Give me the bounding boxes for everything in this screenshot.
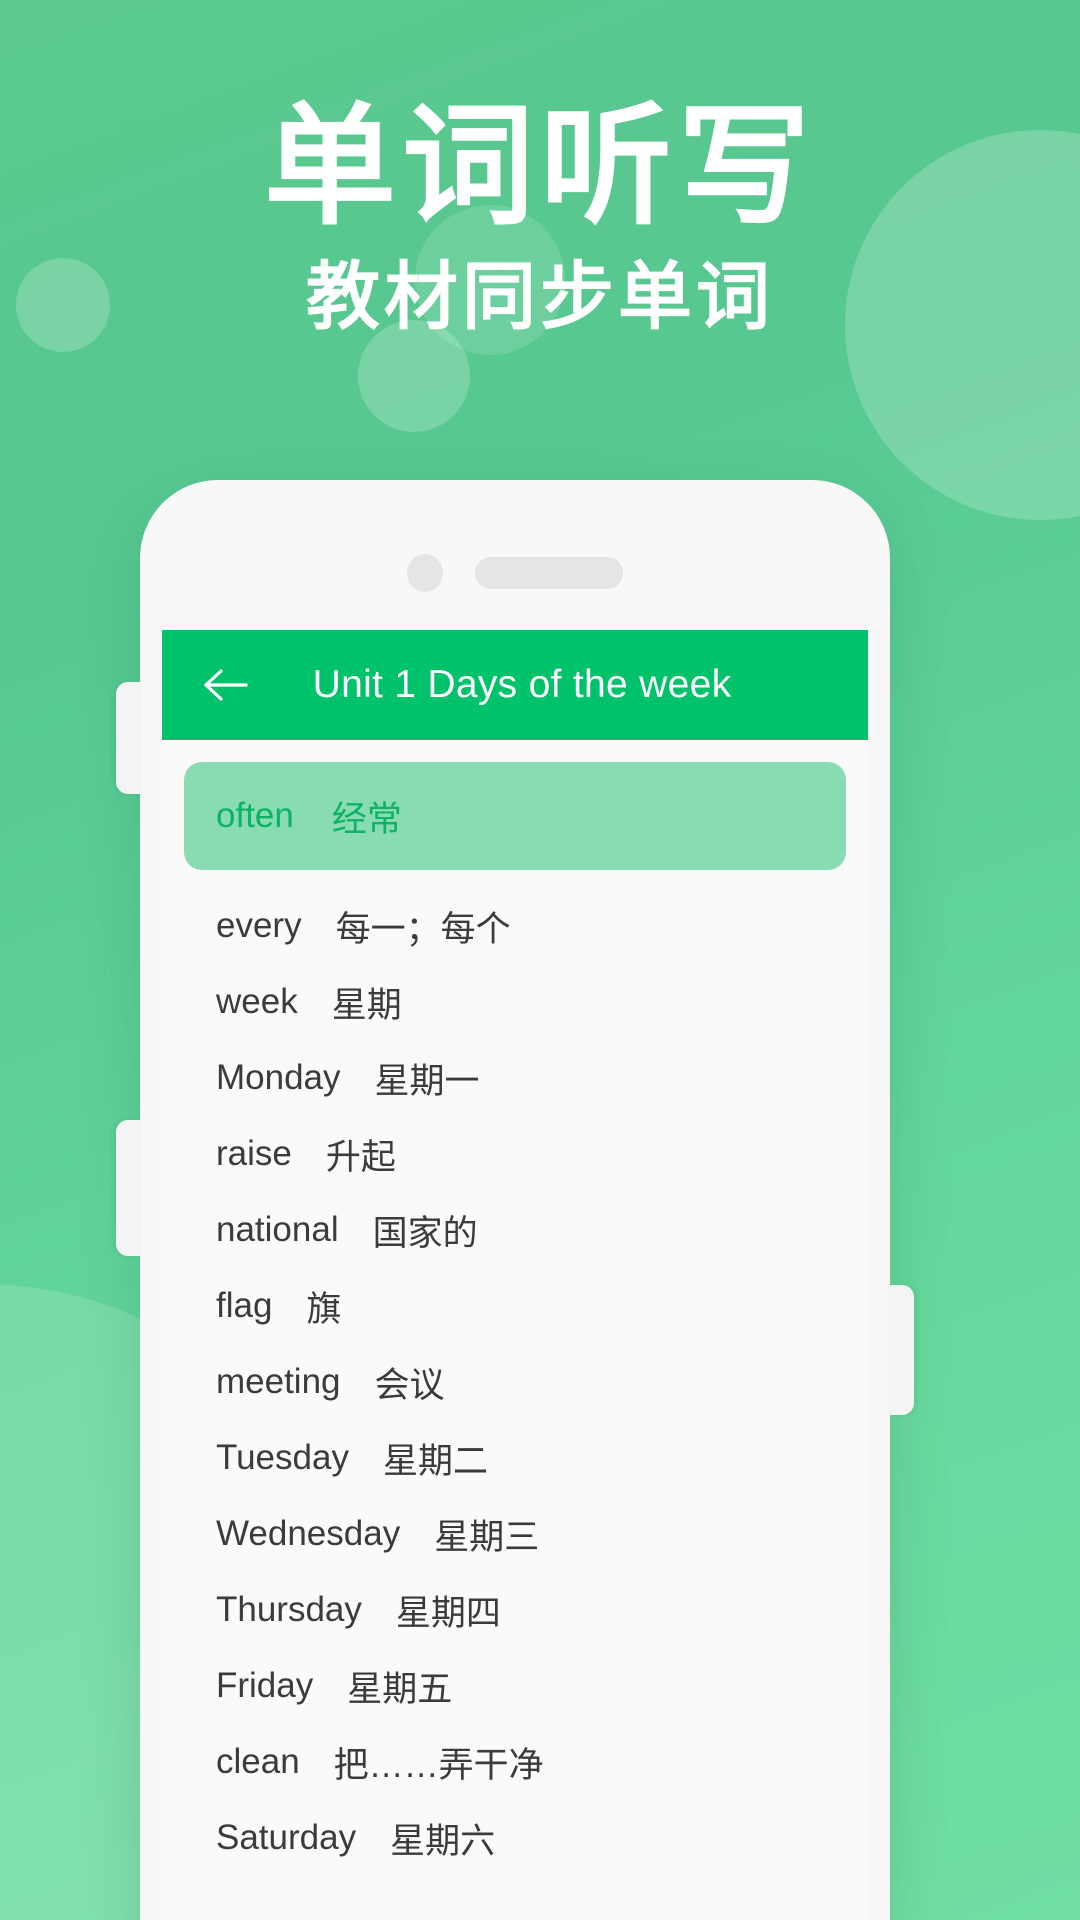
headline-block: 单词听写 教材同步单词 <box>0 0 1080 338</box>
word-english: flag <box>216 1286 273 1325</box>
promo-poster: 单词听写 教材同步单词 Unit 1 Days of the week ofte… <box>0 0 1080 1920</box>
volume-down-button[interactable] <box>116 1120 142 1256</box>
phone-mockup: Unit 1 Days of the week often 经常 every 每一… <box>116 480 914 1920</box>
word-chinese: 升起 <box>325 1137 396 1177</box>
word-row[interactable]: Thursday 星期四 <box>184 1572 846 1648</box>
word-chinese: 星期三 <box>434 1517 540 1557</box>
word-english: Wednesday <box>216 1514 401 1553</box>
word-english: often <box>216 796 294 835</box>
word-chinese: 星期六 <box>390 1821 496 1861</box>
word-rows-container: every 每一；每个 week 星期 Monday 星期一 raise 升起 national… <box>184 888 846 1876</box>
word-english: raise <box>216 1134 292 1173</box>
phone-notch <box>140 554 890 592</box>
word-row[interactable]: Monday 星期一 <box>184 1040 846 1116</box>
word-english: clean <box>216 1742 300 1781</box>
word-chinese: 星期五 <box>347 1669 453 1709</box>
word-row[interactable]: Friday 星期五 <box>184 1648 846 1724</box>
word-chinese: 国家的 <box>372 1213 478 1253</box>
word-row[interactable]: week 星期 <box>184 964 846 1040</box>
poster-subtitle: 教材同步单词 <box>306 253 774 340</box>
word-chinese: 星期一 <box>374 1061 480 1101</box>
word-row[interactable]: flag 旗 <box>184 1268 846 1344</box>
word-chinese: 每一；每个 <box>335 909 511 949</box>
word-english: week <box>216 982 298 1021</box>
speaker-grille-icon <box>475 557 623 589</box>
word-english: national <box>216 1210 339 1249</box>
app-bar: Unit 1 Days of the week <box>162 630 868 740</box>
word-row[interactable]: raise 升起 <box>184 1116 846 1192</box>
word-english: Friday <box>216 1666 314 1705</box>
word-english: meeting <box>216 1362 341 1401</box>
app-screen: Unit 1 Days of the week often 经常 every 每一… <box>162 630 868 1920</box>
word-chinese: 星期 <box>331 985 402 1025</box>
word-english: Thursday <box>216 1590 362 1629</box>
word-row-active[interactable]: often 经常 <box>184 762 846 870</box>
volume-up-button[interactable] <box>116 682 142 794</box>
word-chinese: 星期四 <box>395 1593 501 1633</box>
power-button[interactable] <box>888 1285 914 1415</box>
word-list: often 经常 every 每一；每个 week 星期 Monday 星期一 raise 升… <box>162 740 868 1876</box>
word-row[interactable]: Wednesday 星期三 <box>184 1496 846 1572</box>
word-chinese: 星期二 <box>382 1441 488 1481</box>
word-chinese: 会议 <box>374 1365 445 1405</box>
word-english: Monday <box>216 1058 341 1097</box>
word-row[interactable]: Tuesday 星期二 <box>184 1420 846 1496</box>
word-row[interactable]: meeting 会议 <box>184 1344 846 1420</box>
word-chinese: 旗 <box>306 1289 342 1329</box>
app-bar-title: Unit 1 Days of the week <box>312 663 732 706</box>
word-english: Saturday <box>216 1818 357 1857</box>
word-english: Tuesday <box>216 1438 349 1477</box>
word-row[interactable]: national 国家的 <box>184 1192 846 1268</box>
word-english: every <box>216 906 302 945</box>
word-row[interactable]: every 每一；每个 <box>184 888 846 964</box>
poster-title: 单词听写 <box>264 90 816 244</box>
word-chinese: 把……弄干净 <box>333 1745 544 1785</box>
word-row[interactable]: Saturday 星期六 <box>184 1800 846 1876</box>
back-arrow-icon <box>201 667 251 703</box>
back-button[interactable] <box>198 663 254 707</box>
camera-dot-icon <box>407 554 443 592</box>
word-chinese: 经常 <box>331 799 402 839</box>
word-row[interactable]: clean 把……弄干净 <box>184 1724 846 1800</box>
